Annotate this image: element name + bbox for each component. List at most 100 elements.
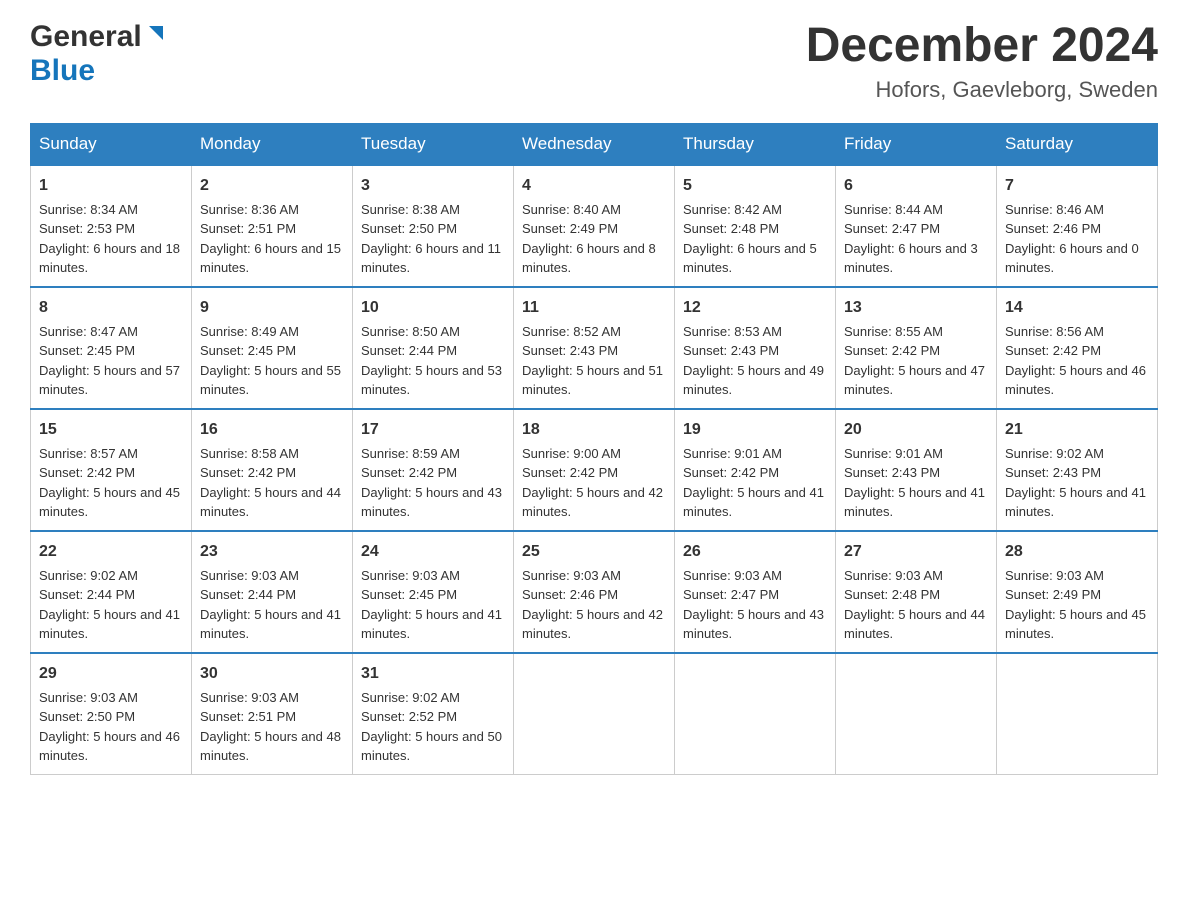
- calendar-cell: 22Sunrise: 9:02 AMSunset: 2:44 PMDayligh…: [31, 531, 192, 653]
- calendar-cell: [997, 653, 1158, 775]
- calendar-cell: 3Sunrise: 8:38 AMSunset: 2:50 PMDaylight…: [353, 165, 514, 287]
- calendar-cell: [514, 653, 675, 775]
- day-number: 5: [683, 174, 827, 198]
- calendar-cell: 21 Sunrise: 9:02 AMSunset: 2:43 PMDayligh…: [997, 409, 1158, 531]
- day-header-monday: Monday: [192, 123, 353, 165]
- day-info: Sunrise: 9:03 AMSunset: 2:44 PMDaylight:…: [200, 568, 341, 642]
- week-row-2: 8Sunrise: 8:47 AMSunset: 2:45 PMDaylight…: [31, 287, 1158, 409]
- day-info: Sunrise: 9:02 AMSunset: 2:52 PMDaylight:…: [361, 690, 502, 764]
- calendar-cell: 6 Sunrise: 8:44 AMSunset: 2:47 PMDaylight…: [836, 165, 997, 287]
- calendar-cell: 12 Sunrise: 8:53 AMSunset: 2:43 PMDayligh…: [675, 287, 836, 409]
- day-header-friday: Friday: [836, 123, 997, 165]
- day-info: Sunrise: 8:59 AMSunset: 2:42 PMDaylight:…: [361, 446, 502, 520]
- day-info: Sunrise: 8:40 AMSunset: 2:49 PMDaylight:…: [522, 202, 656, 276]
- day-info: Sunrise: 8:57 AMSunset: 2:42 PMDaylight:…: [39, 446, 180, 520]
- day-info: Sunrise: 9:03 AMSunset: 2:47 PMDaylight:…: [683, 568, 824, 642]
- calendar-cell: 10 Sunrise: 8:50 AMSunset: 2:44 PMDayligh…: [353, 287, 514, 409]
- day-number: 6: [844, 174, 988, 198]
- calendar-cell: 29Sunrise: 9:03 AMSunset: 2:50 PMDayligh…: [31, 653, 192, 775]
- calendar-cell: 20Sunrise: 9:01 AMSunset: 2:43 PMDayligh…: [836, 409, 997, 531]
- week-row-1: 1Sunrise: 8:34 AMSunset: 2:53 PMDaylight…: [31, 165, 1158, 287]
- day-number: 19: [683, 418, 827, 442]
- calendar-cell: 26Sunrise: 9:03 AMSunset: 2:47 PMDayligh…: [675, 531, 836, 653]
- day-info: Sunrise: 9:03 AMSunset: 2:49 PMDaylight:…: [1005, 568, 1146, 642]
- calendar-cell: 13 Sunrise: 8:55 AMSunset: 2:42 PMDayligh…: [836, 287, 997, 409]
- calendar-cell: 8Sunrise: 8:47 AMSunset: 2:45 PMDaylight…: [31, 287, 192, 409]
- day-info: Sunrise: 8:50 AMSunset: 2:44 PMDaylight:…: [361, 324, 502, 398]
- calendar-cell: 16Sunrise: 8:58 AMSunset: 2:42 PMDayligh…: [192, 409, 353, 531]
- day-header-thursday: Thursday: [675, 123, 836, 165]
- day-info: Sunrise: 9:02 AMSunset: 2:43 PMDaylight:…: [1005, 446, 1146, 520]
- logo-general-text: General: [30, 20, 142, 54]
- calendar-subtitle: Hofors, Gaevleborg, Sweden: [806, 77, 1158, 103]
- day-number: 13: [844, 296, 988, 320]
- calendar-cell: 14 Sunrise: 8:56 AMSunset: 2:42 PMDayligh…: [997, 287, 1158, 409]
- title-section: December 2024 Hofors, Gaevleborg, Sweden: [806, 20, 1158, 103]
- calendar-cell: 7Sunrise: 8:46 AMSunset: 2:46 PMDaylight…: [997, 165, 1158, 287]
- day-header-sunday: Sunday: [31, 123, 192, 165]
- day-number: 15: [39, 418, 183, 442]
- day-number: 25: [522, 540, 666, 564]
- day-info: Sunrise: 8:55 AMSunset: 2:42 PMDaylight:…: [844, 324, 985, 398]
- day-number: 31: [361, 662, 505, 686]
- day-number: 10: [361, 296, 505, 320]
- calendar-cell: 19 Sunrise: 9:01 AMSunset: 2:42 PMDayligh…: [675, 409, 836, 531]
- page-header: General Blue December 2024 Hofors, Gaevl…: [30, 20, 1158, 103]
- day-info: Sunrise: 8:47 AMSunset: 2:45 PMDaylight:…: [39, 324, 180, 398]
- day-info: Sunrise: 8:36 AMSunset: 2:51 PMDaylight:…: [200, 202, 341, 276]
- day-number: 14: [1005, 296, 1149, 320]
- day-info: Sunrise: 9:03 AMSunset: 2:48 PMDaylight:…: [844, 568, 985, 642]
- day-info: Sunrise: 8:44 AMSunset: 2:47 PMDaylight:…: [844, 202, 978, 276]
- day-number: 24: [361, 540, 505, 564]
- day-number: 17: [361, 418, 505, 442]
- day-number: 21: [1005, 418, 1149, 442]
- day-number: 28: [1005, 540, 1149, 564]
- calendar-cell: 5 Sunrise: 8:42 AMSunset: 2:48 PMDaylight…: [675, 165, 836, 287]
- calendar-cell: 1Sunrise: 8:34 AMSunset: 2:53 PMDaylight…: [31, 165, 192, 287]
- calendar-cell: 27Sunrise: 9:03 AMSunset: 2:48 PMDayligh…: [836, 531, 997, 653]
- calendar-cell: 15 Sunrise: 8:57 AMSunset: 2:42 PMDayligh…: [31, 409, 192, 531]
- calendar-cell: 25Sunrise: 9:03 AMSunset: 2:46 PMDayligh…: [514, 531, 675, 653]
- day-info: Sunrise: 8:42 AMSunset: 2:48 PMDaylight:…: [683, 202, 817, 276]
- calendar-cell: 23 Sunrise: 9:03 AMSunset: 2:44 PMDayligh…: [192, 531, 353, 653]
- day-number: 30: [200, 662, 344, 686]
- day-number: 12: [683, 296, 827, 320]
- day-info: Sunrise: 9:01 AMSunset: 2:42 PMDaylight:…: [683, 446, 824, 520]
- logo-arrow-icon: [145, 22, 167, 49]
- calendar-header-row: SundayMondayTuesdayWednesdayThursdayFrid…: [31, 123, 1158, 165]
- calendar-cell: [836, 653, 997, 775]
- calendar-table: SundayMondayTuesdayWednesdayThursdayFrid…: [30, 123, 1158, 775]
- day-number: 29: [39, 662, 183, 686]
- calendar-title: December 2024: [806, 20, 1158, 73]
- day-header-wednesday: Wednesday: [514, 123, 675, 165]
- day-info: Sunrise: 8:52 AMSunset: 2:43 PMDaylight:…: [522, 324, 663, 398]
- calendar-cell: 18Sunrise: 9:00 AMSunset: 2:42 PMDayligh…: [514, 409, 675, 531]
- day-info: Sunrise: 9:00 AMSunset: 2:42 PMDaylight:…: [522, 446, 663, 520]
- calendar-cell: 30 Sunrise: 9:03 AMSunset: 2:51 PMDayligh…: [192, 653, 353, 775]
- day-number: 23: [200, 540, 344, 564]
- calendar-cell: 11Sunrise: 8:52 AMSunset: 2:43 PMDayligh…: [514, 287, 675, 409]
- calendar-cell: 24Sunrise: 9:03 AMSunset: 2:45 PMDayligh…: [353, 531, 514, 653]
- day-info: Sunrise: 9:03 AMSunset: 2:51 PMDaylight:…: [200, 690, 341, 764]
- day-number: 9: [200, 296, 344, 320]
- calendar-cell: 31 Sunrise: 9:02 AMSunset: 2:52 PMDayligh…: [353, 653, 514, 775]
- day-header-saturday: Saturday: [997, 123, 1158, 165]
- day-number: 2: [200, 174, 344, 198]
- day-number: 1: [39, 174, 183, 198]
- calendar-cell: 28 Sunrise: 9:03 AMSunset: 2:49 PMDayligh…: [997, 531, 1158, 653]
- week-row-4: 22Sunrise: 9:02 AMSunset: 2:44 PMDayligh…: [31, 531, 1158, 653]
- day-info: Sunrise: 8:56 AMSunset: 2:42 PMDaylight:…: [1005, 324, 1146, 398]
- week-row-3: 15 Sunrise: 8:57 AMSunset: 2:42 PMDayligh…: [31, 409, 1158, 531]
- day-number: 4: [522, 174, 666, 198]
- day-info: Sunrise: 8:53 AMSunset: 2:43 PMDaylight:…: [683, 324, 824, 398]
- calendar-cell: 4 Sunrise: 8:40 AMSunset: 2:49 PMDaylight…: [514, 165, 675, 287]
- day-number: 3: [361, 174, 505, 198]
- logo: General Blue: [30, 20, 167, 88]
- day-number: 22: [39, 540, 183, 564]
- day-info: Sunrise: 8:49 AMSunset: 2:45 PMDaylight:…: [200, 324, 341, 398]
- calendar-cell: [675, 653, 836, 775]
- day-info: Sunrise: 8:46 AMSunset: 2:46 PMDaylight:…: [1005, 202, 1139, 276]
- day-header-tuesday: Tuesday: [353, 123, 514, 165]
- day-number: 16: [200, 418, 344, 442]
- day-info: Sunrise: 9:01 AMSunset: 2:43 PMDaylight:…: [844, 446, 985, 520]
